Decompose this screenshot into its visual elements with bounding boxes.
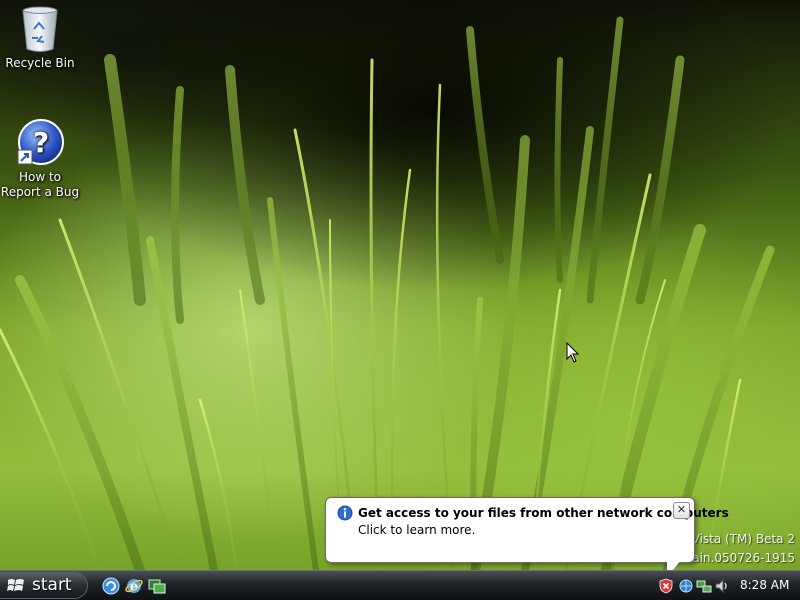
internet-explorer-icon[interactable]: e bbox=[125, 577, 143, 595]
volume-icon[interactable] bbox=[714, 578, 730, 594]
taskbar-clock[interactable]: 8:28 AM bbox=[740, 578, 789, 592]
show-desktop-icon[interactable] bbox=[102, 577, 120, 595]
taskbar: start e 8:28 AM bbox=[0, 570, 800, 600]
system-tray: 8:28 AM bbox=[652, 571, 800, 600]
recycle-bin-label: Recycle Bin bbox=[5, 56, 75, 70]
network-icon[interactable] bbox=[678, 578, 694, 594]
switch-windows-icon[interactable] bbox=[148, 577, 166, 595]
build-watermark-line2: nain.050726-1915 bbox=[684, 551, 795, 565]
balloon-body[interactable]: Click to learn more. bbox=[358, 523, 475, 537]
build-watermark-line1: s Vista (TM) Beta 2 bbox=[681, 532, 795, 546]
svg-text:?: ? bbox=[33, 126, 49, 159]
start-label: start bbox=[32, 575, 72, 595]
help-question-icon: ? bbox=[17, 119, 64, 165]
report-bug-shortcut[interactable]: ? How to Report a Bug bbox=[0, 118, 80, 200]
mouse-cursor-icon bbox=[566, 342, 580, 363]
windows-logo-icon bbox=[7, 579, 24, 591]
info-icon bbox=[337, 505, 353, 521]
balloon-close-button[interactable]: ✕ bbox=[673, 502, 690, 519]
desktop[interactable]: Recycle Bin ? How to Report a Bug s Vist… bbox=[0, 0, 800, 600]
notification-balloon[interactable]: Get access to your files from other netw… bbox=[325, 497, 729, 563]
start-button[interactable]: start bbox=[0, 572, 88, 599]
report-bug-label-line1: How to bbox=[18, 170, 62, 184]
network-activity-icon[interactable] bbox=[696, 578, 712, 594]
recycle-bin-shortcut[interactable]: Recycle Bin bbox=[0, 4, 80, 71]
security-alert-icon[interactable] bbox=[658, 578, 674, 594]
report-bug-label-line2: Report a Bug bbox=[0, 185, 80, 199]
recycle-bin-icon bbox=[22, 6, 58, 52]
